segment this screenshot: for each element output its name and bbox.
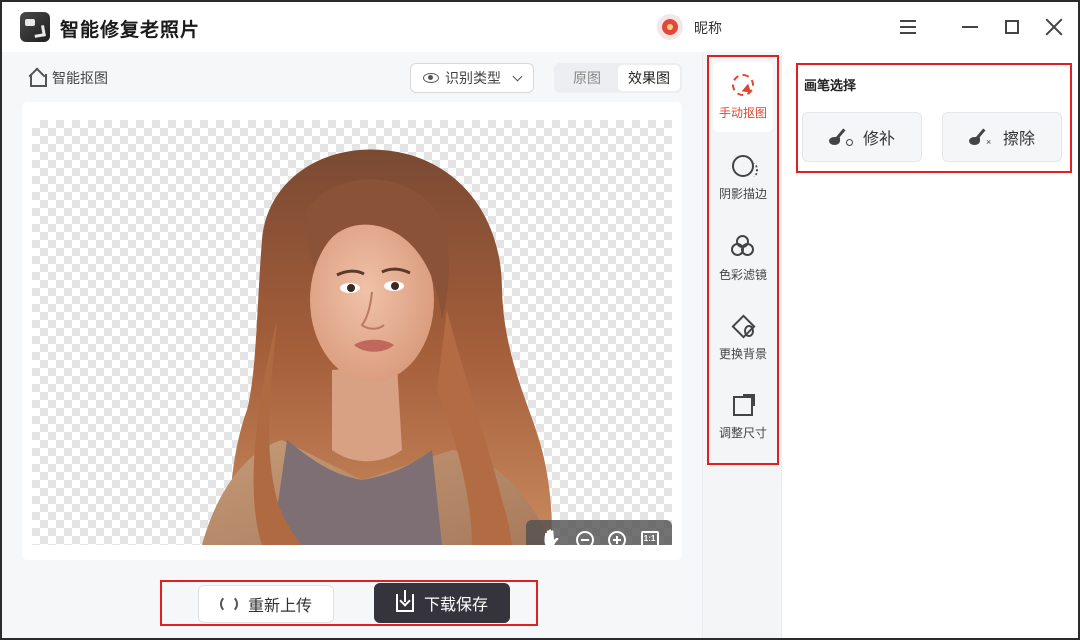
repair-label: 修补 [862,131,895,148]
shadow-outline-icon [732,154,758,177]
reupload-label: 重新上传 [247,598,312,615]
action-bar: 重新上传 下载保存 [160,580,538,626]
avatar[interactable] [657,14,683,40]
tool-label: 更换背景 [718,346,767,361]
transparent-canvas[interactable] [32,120,672,545]
brush-plus-icon [828,128,853,146]
cursor-cut-icon [732,73,754,96]
erase-brush-button[interactable]: × 擦除 [942,112,1062,162]
tool-label: 手动抠图 [718,105,767,120]
tool-change-background[interactable]: 更换背景 [713,303,773,373]
view-toggle: 原图 效果图 [554,63,682,93]
recognition-type-select[interactable]: 识别类型 [410,63,534,93]
mode-label: 智能抠图 [28,68,108,88]
minimize-icon[interactable] [957,14,983,40]
canvas-card [22,102,682,560]
brush-selection-group: 画笔选择 修补 × 擦除 [796,63,1072,173]
workspace: 智能抠图 识别类型 原图 效果图 ✋ 1:1 重新上传 下载保存 [2,52,702,638]
tool-label: 色彩滤镜 [718,267,767,282]
tool-manual-cutout[interactable]: 手动抠图 [713,62,773,132]
app-window: 智能修复老照片 昵称 智能抠图 识别类型 原图 效果图 ✋ 1:1 重新上传 下… [0,0,1080,640]
paint-bucket-icon [732,315,754,337]
download-icon [395,590,414,612]
brush-erase-icon: × [968,128,991,147]
chevron-down-icon [512,71,523,82]
brush-selection-title: 画笔选择 [804,78,857,93]
app-logo-icon [20,12,50,42]
app-title: 智能修复老照片 [60,20,201,41]
reupload-button[interactable]: 重新上传 [198,585,334,623]
zoom-in-icon[interactable] [608,531,627,545]
tool-resize[interactable]: 调整尺寸 [713,383,773,453]
zoom-out-icon[interactable] [575,531,594,545]
tool-rail: 手动抠图 阴影描边 色彩滤镜 更换背景 调整尺寸 [707,55,779,465]
tool-color-filter[interactable]: 色彩滤镜 [713,223,773,293]
tool-shadow-outline[interactable]: 阴影描边 [713,143,773,213]
smart-cutout-icon [28,70,47,87]
recognition-type-label: 识别类型 [445,70,501,86]
mode-label-text: 智能抠图 [52,70,108,86]
color-filter-icon [731,234,755,258]
zoom-toolbar [526,520,672,545]
tool-label: 阴影描边 [718,186,767,201]
actual-size-icon[interactable] [640,531,659,545]
refresh-icon [219,595,238,613]
properties-panel: 画笔选择 修补 × 擦除 [782,52,1078,638]
download-label: 下载保存 [423,597,488,614]
erase-label: 擦除 [1002,131,1035,148]
tab-result[interactable]: 效果图 [618,65,680,91]
download-save-button[interactable]: 下载保存 [374,583,510,623]
title-bar: 智能修复老照片 昵称 [2,2,1078,52]
repair-brush-button[interactable]: 修补 [802,112,922,162]
hand-pan-icon[interactable] [539,529,561,545]
resize-icon [733,393,755,416]
close-icon[interactable] [1041,14,1067,40]
tool-label: 调整尺寸 [718,425,767,440]
tab-original[interactable]: 原图 [556,65,618,91]
eye-icon [423,73,439,83]
user-nickname[interactable]: 昵称 [694,18,722,38]
menu-icon[interactable] [895,14,921,40]
portrait-image [202,149,552,545]
maximize-icon[interactable] [999,14,1025,40]
